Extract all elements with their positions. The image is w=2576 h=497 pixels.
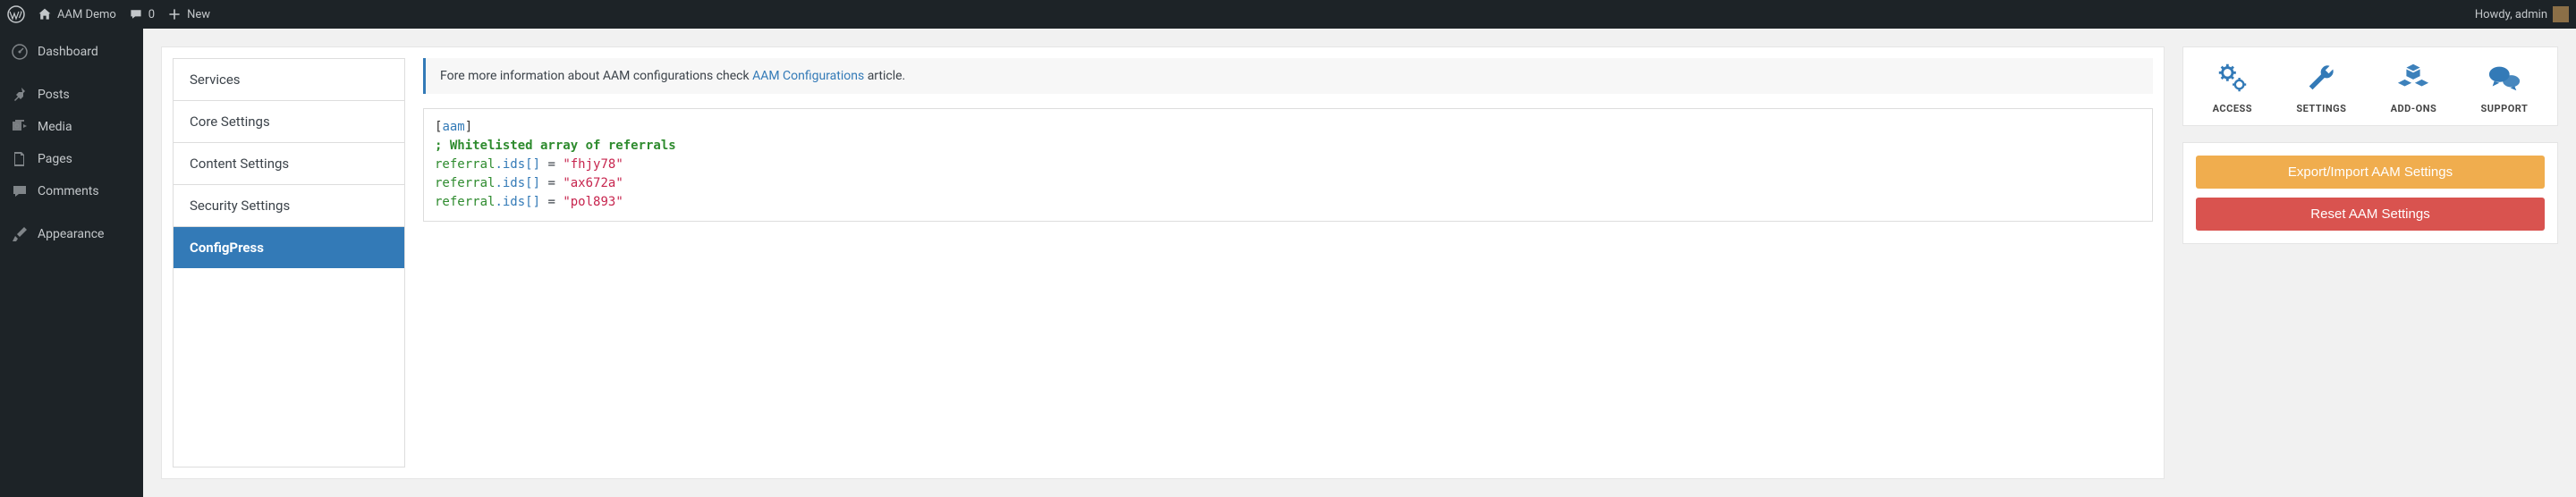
nav-label: SETTINGS [2296,103,2346,114]
plus-icon [167,7,182,21]
config-editor[interactable]: [aam] ; Whitelisted array of referrals r… [423,108,2153,222]
nav-access[interactable]: ACCESS [2213,60,2252,114]
wordpress-logo[interactable] [7,5,25,23]
tab-content: Fore more information about AAM configur… [423,58,2153,468]
sidebar-item-comments[interactable]: Comments [0,175,143,207]
tab-content-settings[interactable]: Content Settings [174,143,404,185]
admin-bar: AAM Demo 0 New Howdy, admin [0,0,2576,29]
sidebar-item-dashboard[interactable]: Dashboard [0,36,143,68]
comment-icon [129,7,143,21]
nav-label: SUPPORT [2481,103,2529,114]
sidebar-item-label: Dashboard [38,45,98,59]
sidebar-item-label: Pages [38,152,72,166]
admin-sidebar: Dashboard Posts Media Pages Comments App… [0,29,143,497]
chat-icon [2487,60,2522,96]
tab-configpress[interactable]: ConfigPress [174,227,404,268]
icon-nav: ACCESS SETTINGS ADD-ONS SUPPORT [2182,46,2558,126]
tab-services[interactable]: Services [174,59,404,101]
sidebar-item-label: Media [38,120,72,134]
avatar [2553,6,2569,22]
settings-tabs: Services Core Settings Content Settings … [173,58,405,468]
nav-support[interactable]: SUPPORT [2481,60,2529,114]
wrench-icon [2303,60,2339,96]
sidebar-item-label: Posts [38,88,70,102]
button-group: Export/Import AAM Settings Reset AAM Set… [2182,142,2558,244]
pages-icon [11,150,29,168]
new-label: New [187,8,210,21]
brush-icon [11,225,29,243]
tab-security-settings[interactable]: Security Settings [174,185,404,227]
user-greeting[interactable]: Howdy, admin [2475,6,2569,22]
comment-icon [11,182,29,200]
info-box: Fore more information about AAM configur… [423,58,2153,94]
sidebar-item-media[interactable]: Media [0,111,143,143]
sidebar-item-label: Appearance [38,227,104,241]
nav-label: ACCESS [2213,103,2252,114]
tab-core-settings[interactable]: Core Settings [174,101,404,143]
nav-settings[interactable]: SETTINGS [2296,60,2346,114]
dashboard-icon [11,43,29,61]
nav-addons[interactable]: ADD-ONS [2391,60,2437,114]
nav-label: ADD-ONS [2391,103,2437,114]
admin-bar-right: Howdy, admin [2475,6,2569,22]
cubes-icon [2395,60,2431,96]
home-icon [38,7,52,21]
info-text-before: Fore more information about AAM configur… [440,69,752,83]
reset-button[interactable]: Reset AAM Settings [2196,198,2545,231]
media-icon [11,118,29,136]
info-link[interactable]: AAM Configurations [752,69,864,83]
pin-icon [11,86,29,104]
info-text-after: article. [864,69,905,83]
comments-link[interactable]: 0 [129,7,155,21]
sidebar-item-label: Comments [38,184,99,198]
gears-icon [2215,60,2250,96]
admin-bar-left: AAM Demo 0 New [7,5,210,23]
sidebar-item-posts[interactable]: Posts [0,79,143,111]
site-link[interactable]: AAM Demo [38,7,116,21]
sidebar-item-appearance[interactable]: Appearance [0,218,143,250]
new-link[interactable]: New [167,7,210,21]
main-panel: Services Core Settings Content Settings … [161,46,2165,479]
right-column: ACCESS SETTINGS ADD-ONS SUPPORT Export/I… [2182,46,2558,479]
export-import-button[interactable]: Export/Import AAM Settings [2196,156,2545,189]
greeting-text: Howdy, admin [2475,8,2547,21]
sidebar-item-pages[interactable]: Pages [0,143,143,175]
comments-count: 0 [148,8,155,21]
main-content: Services Core Settings Content Settings … [143,29,2576,497]
site-name: AAM Demo [57,8,116,21]
